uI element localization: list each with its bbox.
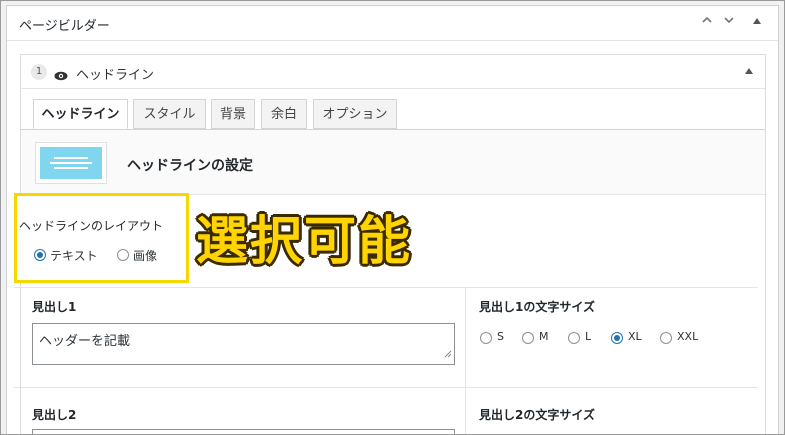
size-m-radio[interactable]: [522, 332, 534, 344]
size-s-label[interactable]: S: [497, 330, 504, 343]
tab-options[interactable]: オプション: [313, 99, 397, 129]
layout-highlight-box: [14, 193, 189, 283]
size-s-radio[interactable]: [480, 332, 492, 344]
layout-image-radio[interactable]: [117, 249, 129, 261]
block-title: ヘッドライン: [76, 68, 155, 83]
headline-thumbnail: [35, 142, 107, 184]
metabox-header: ページビルダー: [7, 6, 778, 41]
collapse-toggle-icon[interactable]: [753, 17, 761, 27]
chevron-down-icon[interactable]: [723, 14, 735, 29]
layout-text-radio[interactable]: [34, 249, 46, 261]
tab-background[interactable]: 背景: [211, 99, 255, 129]
size-xl-radio[interactable]: [611, 332, 623, 344]
heading1-value: ヘッダーを記載: [39, 334, 131, 349]
metabox-title: ページビルダー: [19, 19, 110, 34]
size-l-radio[interactable]: [568, 332, 580, 344]
heading2-label: 見出し2: [32, 408, 77, 422]
block-number: 1: [31, 64, 47, 80]
tab-style[interactable]: スタイル: [133, 99, 206, 129]
heading1-size-label: 見出し1の文字サイズ: [479, 300, 595, 314]
eye-icon[interactable]: [54, 66, 68, 85]
resize-handle-icon[interactable]: [444, 347, 452, 362]
tab-margin[interactable]: 余白: [261, 99, 307, 129]
settings-section-header: ヘッドラインの設定: [21, 130, 765, 195]
heading2-textarea[interactable]: [32, 429, 455, 434]
heading1-textarea[interactable]: ヘッダーを記載: [32, 323, 455, 365]
layout-label: ヘッドラインのレイアウト: [19, 219, 164, 233]
chevron-up-icon[interactable]: [701, 14, 713, 29]
heading1-label: 見出し1: [32, 300, 77, 314]
size-xxl-label[interactable]: XXL: [677, 330, 698, 343]
screenshot-frame: ページビルダー 1 ヘッドライン ヘッドライン スタイル 背景 余白 オプション…: [0, 0, 785, 435]
layout-image-label[interactable]: 画像: [133, 247, 157, 264]
layout-text-label[interactable]: テキスト: [50, 247, 98, 264]
row-divider-2: [14, 387, 758, 388]
heading2-size-label: 見出し2の文字サイズ: [479, 408, 595, 422]
tab-headline[interactable]: ヘッドライン: [33, 99, 128, 129]
size-l-label[interactable]: L: [585, 330, 591, 343]
selectable-annotation: 選択可能: [196, 212, 413, 272]
size-xl-label[interactable]: XL: [628, 330, 642, 343]
size-xxl-radio[interactable]: [660, 332, 672, 344]
size-m-label[interactable]: M: [539, 330, 549, 343]
block-collapse-icon[interactable]: [745, 67, 753, 77]
row-divider: [14, 287, 758, 288]
thumbnail-graphic: [40, 147, 102, 179]
block-header[interactable]: 1 ヘッドライン: [21, 55, 765, 89]
column-divider: [465, 287, 466, 434]
section-title: ヘッドラインの設定: [127, 158, 253, 174]
